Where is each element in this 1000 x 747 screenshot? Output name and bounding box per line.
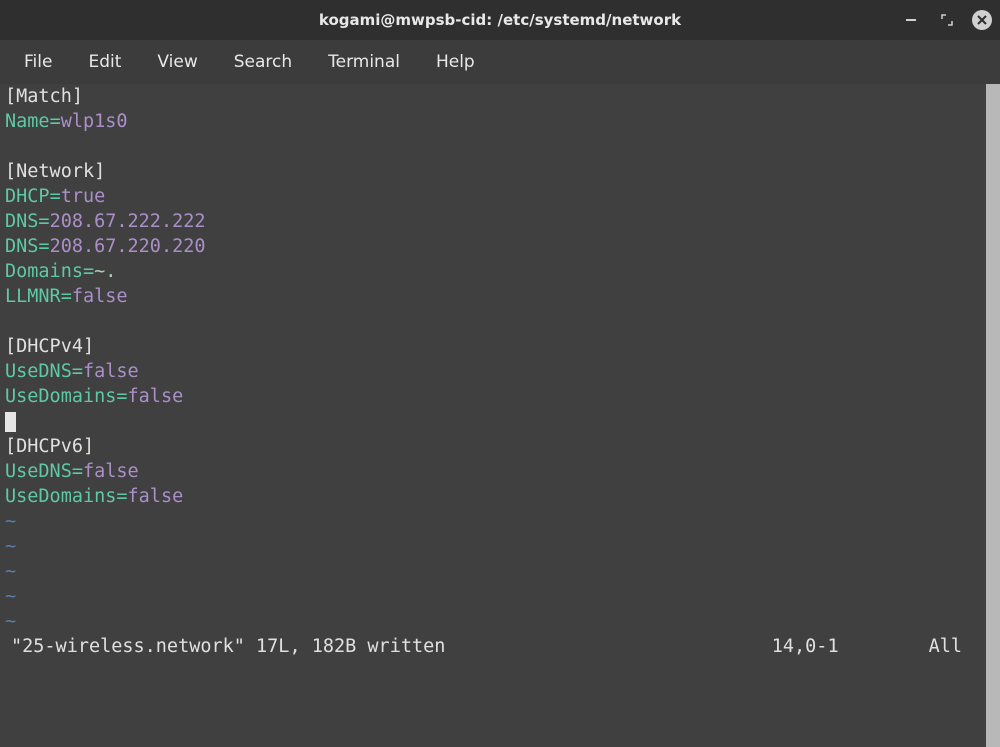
editor-line: LLMNR=false (5, 284, 986, 309)
scroll-indicator: All (929, 634, 962, 659)
editor-line: [DHCPv4] (5, 334, 986, 359)
editor-line: UseDomains=false (5, 484, 986, 509)
minimize-icon (905, 14, 917, 26)
minimize-button[interactable] (900, 9, 922, 31)
menu-terminal[interactable]: Terminal (314, 48, 414, 76)
window-title: kogami@mwpsb-cid: /etc/systemd/network (0, 11, 1000, 29)
editor-line (5, 309, 986, 334)
editor-line (5, 409, 986, 434)
editor-line: ~ (5, 584, 986, 609)
menu-file[interactable]: File (10, 48, 66, 76)
terminal-area[interactable]: [Match]Name=wlp1s0[Network]DHCP=trueDNS=… (0, 84, 1000, 747)
cursor-position: 14,0-1 (772, 634, 839, 659)
menubar: File Edit View Search Terminal Help (0, 40, 1000, 84)
editor-line: UseDNS=false (5, 459, 986, 484)
menu-view[interactable]: View (143, 48, 211, 76)
editor-line: DNS=208.67.220.220 (5, 234, 986, 259)
editor-line: [Network] (5, 159, 986, 184)
editor-line: DHCP=true (5, 184, 986, 209)
maximize-button[interactable] (936, 9, 958, 31)
editor-line: UseDomains=false (5, 384, 986, 409)
scrollbar[interactable] (986, 84, 1000, 747)
menu-edit[interactable]: Edit (74, 48, 135, 76)
editor-line: Domains=~. (5, 259, 986, 284)
status-message: "25-wireless.network" 17L, 182B written (11, 634, 445, 659)
editor-line (5, 134, 986, 159)
editor-line: UseDNS=false (5, 359, 986, 384)
menu-search[interactable]: Search (220, 48, 306, 76)
cursor (5, 412, 16, 432)
editor-line: [DHCPv6] (5, 434, 986, 459)
close-icon (977, 15, 987, 25)
titlebar: kogami@mwpsb-cid: /etc/systemd/network (0, 0, 1000, 40)
close-button[interactable] (972, 10, 992, 30)
editor-line: ~ (5, 559, 986, 584)
editor-line: ~ (5, 534, 986, 559)
maximize-icon (941, 14, 953, 26)
window-controls (900, 9, 992, 31)
editor-line: [Match] (5, 84, 986, 109)
editor-line: ~ (5, 609, 986, 634)
terminal-window: kogami@mwpsb-cid: /etc/systemd/network F… (0, 0, 1000, 747)
editor-line: DNS=208.67.222.222 (5, 209, 986, 234)
editor-buffer[interactable]: [Match]Name=wlp1s0[Network]DHCP=trueDNS=… (0, 84, 986, 747)
menu-help[interactable]: Help (422, 48, 489, 76)
editor-line: Name=wlp1s0 (5, 109, 986, 134)
vim-status-line: "25-wireless.network" 17L, 182B written 1… (5, 634, 986, 659)
editor-line: ~ (5, 509, 986, 534)
